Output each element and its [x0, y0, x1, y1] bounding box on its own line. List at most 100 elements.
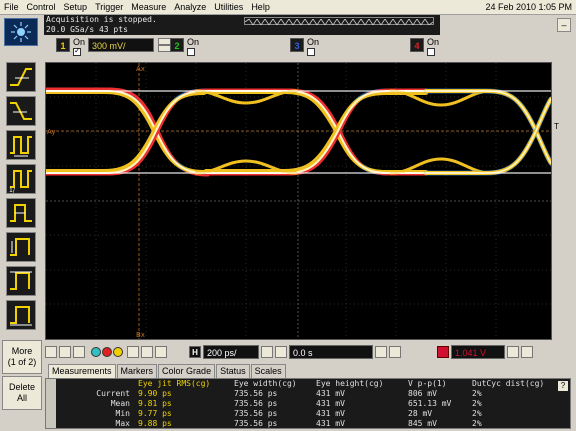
menu-setup[interactable]: Setup — [60, 0, 92, 15]
tab-markers[interactable]: Markers — [116, 364, 158, 378]
tab-scales[interactable]: Scales — [250, 364, 286, 378]
delay-right-icon[interactable] — [389, 346, 401, 358]
status-line-2: 20.0 GSa/s 43 pts — [46, 25, 128, 34]
channel-2-checkbox[interactable] — [187, 48, 195, 56]
table-row: Mean 9.81 ps 735.56 ps 431 mV 651.13 mV … — [58, 399, 558, 409]
cell: 735.56 ps — [234, 399, 278, 408]
channel-2-number[interactable]: 2 — [170, 38, 184, 52]
header-eye-height[interactable]: Eye height(cg) — [312, 379, 404, 389]
more-button[interactable]: More (1 of 2) — [2, 340, 42, 374]
pulse-width-icon[interactable] — [6, 198, 36, 228]
row-label: Current — [96, 389, 130, 398]
cell: 431 mV — [316, 399, 345, 408]
vmin-icon[interactable] — [6, 300, 36, 330]
channel-3-checkbox[interactable] — [307, 48, 315, 56]
acquisition-status: Acquisition is stopped. 20.0 GSa/s 43 pt… — [44, 15, 440, 35]
header-dutycycle[interactable]: DutCyc dist(cg) — [468, 379, 558, 389]
header-eye-jitter[interactable]: Eye jit RMS(cg) — [134, 379, 230, 389]
minimize-button[interactable]: – — [557, 18, 571, 32]
menu-utilities[interactable]: Utilities — [210, 0, 247, 15]
measurement-table: Eye jit RMS(cg) Eye width(cg) Eye height… — [58, 379, 558, 429]
help-button[interactable]: ? — [558, 381, 568, 391]
tab-status[interactable]: Status — [216, 364, 250, 378]
cell: 845 mV — [408, 419, 437, 428]
header-eye-width[interactable]: Eye width(cg) — [230, 379, 312, 389]
cell: 735.56 ps — [234, 409, 278, 418]
cell: 735.56 ps — [234, 419, 278, 428]
marker-ay-label: Ay — [47, 128, 55, 136]
cell: 431 mV — [316, 389, 345, 398]
trigger-mode-icon[interactable] — [45, 346, 57, 358]
channel-1-on: On — [73, 38, 85, 56]
trigger-icon[interactable] — [437, 346, 449, 358]
timebase-delay[interactable]: 0.0 s — [289, 345, 373, 359]
date-time: 24 Feb 2010 1:05 PM — [485, 2, 572, 12]
clear-display-icon[interactable] — [141, 346, 153, 358]
timebase-bar: H 200 ps/ 0.0 s 1.041 V — [45, 342, 571, 362]
table-row: Min 9.77 ps 735.56 ps 431 mV 28 mV 2% — [58, 409, 558, 419]
channel-4-control: 4 On — [410, 38, 439, 56]
menu-measure[interactable]: Measure — [127, 0, 170, 15]
timebase-scale[interactable]: 200 ps/ — [203, 345, 259, 359]
channel-2-on: On — [187, 38, 199, 56]
svg-text:1/: 1/ — [9, 187, 16, 193]
logo-icon[interactable] — [4, 18, 38, 46]
zoom-out-icon[interactable] — [275, 346, 287, 358]
table-row: Max 9.88 ps 735.56 ps 431 mV 845 mV 2% — [58, 419, 558, 429]
autoscale-icon[interactable] — [127, 346, 139, 358]
fall-time-icon[interactable] — [6, 96, 36, 126]
row-label: Min — [115, 409, 130, 418]
trigger-level-stepper[interactable] — [507, 346, 519, 358]
trigger-slope-icon[interactable] — [521, 346, 533, 358]
header-blank — [58, 379, 134, 389]
horizontal-icon[interactable]: H — [189, 346, 201, 358]
channel-4-number[interactable]: 4 — [410, 38, 424, 52]
menu-analyze[interactable]: Analyze — [170, 0, 210, 15]
vamplitude-icon[interactable] — [6, 232, 36, 262]
channel-1-checkbox[interactable] — [73, 46, 81, 56]
channel-3-on-label: On — [307, 37, 320, 47]
measurement-toolbar: 1/ — [0, 62, 42, 340]
channel-1-scale[interactable]: 300 mV/ — [88, 38, 155, 52]
measurement-scrollbar[interactable] — [46, 379, 56, 428]
cell: 431 mV — [316, 409, 345, 418]
run-button[interactable] — [91, 347, 101, 357]
zoom-in-icon[interactable] — [261, 346, 273, 358]
waveform-display[interactable]: Ax Bx Ay — [45, 62, 552, 340]
tab-color-grade[interactable]: Color Grade — [158, 364, 216, 378]
tab-measurements[interactable]: Measurements — [48, 364, 116, 378]
measurement-header-row: Eye jit RMS(cg) Eye width(cg) Eye height… — [58, 379, 558, 389]
channel-1-number[interactable]: 1 — [56, 38, 70, 52]
run-mode-icon[interactable] — [59, 346, 71, 358]
marker-bx-label: Bx — [136, 331, 145, 339]
rise-time-icon[interactable] — [6, 62, 36, 92]
marker-ax-label: Ax — [136, 65, 145, 73]
measurement-panel: Eye jit RMS(cg) Eye width(cg) Eye height… — [45, 378, 571, 429]
frequency-icon[interactable]: 1/ — [6, 164, 36, 194]
menu-trigger[interactable]: Trigger — [91, 0, 127, 15]
cell: 2% — [472, 389, 482, 398]
header-vpp[interactable]: V p-p(1) — [404, 379, 468, 389]
channel-3-number[interactable]: 3 — [290, 38, 304, 52]
channel-4-on: On — [427, 38, 439, 56]
channel-2-control: 2 On — [170, 38, 199, 56]
menu-file[interactable]: File — [0, 0, 23, 15]
single-icon[interactable] — [73, 346, 85, 358]
cell: 2% — [472, 409, 482, 418]
delete-all-button[interactable]: Delete All — [2, 376, 42, 410]
cell: 9.88 ps — [138, 419, 172, 428]
vmax-icon[interactable] — [6, 266, 36, 296]
more-label: More — [11, 346, 33, 356]
cell: 9.90 ps — [138, 389, 172, 398]
channel-4-checkbox[interactable] — [427, 48, 435, 56]
channel-3-on: On — [307, 38, 319, 56]
delete-label: Delete — [8, 382, 35, 392]
menu-help[interactable]: Help — [247, 0, 274, 15]
period-icon[interactable] — [6, 130, 36, 160]
single-button[interactable] — [113, 347, 123, 357]
delay-left-icon[interactable] — [375, 346, 387, 358]
stop-button[interactable] — [102, 347, 112, 357]
default-setup-icon[interactable] — [155, 346, 167, 358]
menu-control[interactable]: Control — [23, 0, 60, 15]
trigger-level[interactable]: 1.041 V — [451, 345, 505, 359]
